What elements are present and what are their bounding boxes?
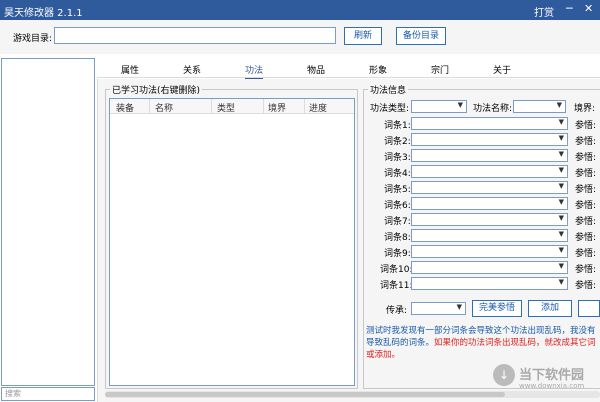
learned-skills-title: 已学习功法(右键删除) <box>110 83 203 96</box>
entry-label-11: 词条11: <box>380 281 413 291</box>
refresh-button[interactable]: 刷新 <box>344 27 382 45</box>
chevron-down-icon: ▼ <box>457 101 463 109</box>
param-label-9: 参悟: <box>575 249 597 259</box>
note-warning-2: 或添加。 <box>366 350 401 360</box>
realm-label: 境界: <box>574 104 596 114</box>
col-divider <box>304 99 305 114</box>
param-label-8: 参悟: <box>575 233 597 243</box>
entry-select-10[interactable]: ▼ <box>411 261 568 274</box>
list-header: 装备 名称 类型 境界 进度 <box>110 99 354 114</box>
backup-dir-button[interactable]: 备份目录 <box>396 27 446 45</box>
param-label-5: 参悟: <box>575 185 597 195</box>
col-type[interactable]: 类型 <box>217 101 235 114</box>
entry-select-4[interactable]: ▼ <box>411 165 568 178</box>
entry-label-6: 词条6: <box>384 201 411 211</box>
entry-select-1[interactable]: ▼ <box>411 117 568 130</box>
entry-label-8: 词条8: <box>384 233 411 243</box>
add-button[interactable]: 添加 <box>528 300 572 317</box>
col-divider <box>149 99 150 114</box>
watermark: ↓ 当下软件园 www.downxia.com <box>493 362 600 398</box>
col-equip[interactable]: 装备 <box>116 101 134 114</box>
entry-label-4: 词条4: <box>384 169 411 179</box>
chevron-down-icon: ▼ <box>558 230 564 238</box>
chevron-down-icon: ▼ <box>558 198 564 206</box>
tab-about[interactable]: 关于 <box>493 63 511 76</box>
skill-name-select[interactable]: ▼ <box>513 100 566 113</box>
tab-sect[interactable]: 宗门 <box>431 63 449 76</box>
warning-note: 测试时我发现有一部分词条会导致这个功法出现乱码，我没有 导致乱码的词条。如果你的… <box>366 325 600 361</box>
watermark-title: 当下软件园 <box>519 368 585 383</box>
entry-label-1: 词条1: <box>384 121 411 131</box>
extra-button[interactable] <box>578 300 600 317</box>
minimize-icon[interactable]: ─ <box>566 2 573 15</box>
skill-name-label: 功法名称: <box>473 104 513 114</box>
scrollbar-thumb[interactable] <box>105 392 505 397</box>
param-label-6: 参悟: <box>575 201 597 211</box>
col-realm[interactable]: 境界 <box>268 101 286 114</box>
entry-label-5: 词条5: <box>384 185 411 195</box>
entry-select-6[interactable]: ▼ <box>411 197 568 210</box>
note-warning-1: 如果你的功法词条出现乱码，就改成其它词 <box>434 338 596 348</box>
entry-select-3[interactable]: ▼ <box>411 149 568 162</box>
chevron-down-icon: ▼ <box>558 182 564 190</box>
entry-select-8[interactable]: ▼ <box>411 229 568 242</box>
chevron-down-icon: ▼ <box>558 150 564 158</box>
entry-label-10: 词条10: <box>380 265 413 275</box>
entry-label-7: 词条7: <box>384 217 411 227</box>
col-name[interactable]: 名称 <box>155 101 173 114</box>
game-dir-label: 游戏目录: <box>13 34 53 44</box>
watermark-url: www.downxia.com <box>519 382 585 390</box>
chevron-down-icon: ▼ <box>558 214 564 222</box>
param-label-2: 参悟: <box>575 137 597 147</box>
chevron-down-icon: ▼ <box>558 166 564 174</box>
chevron-down-icon: ▼ <box>456 303 462 311</box>
entry-select-2[interactable]: ▼ <box>411 133 568 146</box>
close-icon[interactable]: ✕ <box>584 2 593 15</box>
skill-type-label: 功法类型: <box>370 104 410 114</box>
inherit-select[interactable]: ▼ <box>411 302 466 315</box>
col-divider <box>263 99 264 114</box>
param-label-11: 参悟: <box>575 281 597 291</box>
entry-select-11[interactable]: ▼ <box>411 277 568 290</box>
save-list[interactable] <box>1 58 95 386</box>
entry-select-9[interactable]: ▼ <box>411 245 568 258</box>
note-line-2: 导致乱码的词条。 <box>366 338 435 348</box>
param-label-1: 参悟: <box>575 121 597 131</box>
skill-info-title: 功法信息 <box>368 83 409 96</box>
col-divider <box>211 99 212 114</box>
game-dir-input[interactable] <box>54 27 336 44</box>
tab-items[interactable]: 物品 <box>307 63 325 76</box>
search-input[interactable]: 搜索 <box>1 387 95 401</box>
entry-label-9: 词条9: <box>384 249 411 259</box>
param-label-3: 参悟: <box>575 153 597 163</box>
param-label-7: 参悟: <box>575 217 597 227</box>
chevron-down-icon: ▼ <box>558 262 564 270</box>
download-logo-icon: ↓ <box>493 364 515 386</box>
tab-relations[interactable]: 关系 <box>183 63 201 76</box>
tab-bar: 属性 关系 功法 物品 形象 宗门 关于 <box>97 60 600 80</box>
inherit-label: 传承: <box>386 306 408 316</box>
chevron-down-icon: ▼ <box>556 101 562 109</box>
entry-label-2: 词条2: <box>384 137 411 147</box>
skill-type-select[interactable]: ▼ <box>411 100 467 113</box>
reward-button[interactable]: 打赏 <box>534 4 554 19</box>
app-title: 昊天修改器 2.1.1 <box>4 8 83 19</box>
learned-skills-list[interactable]: 装备 名称 类型 境界 进度 <box>109 98 355 386</box>
param-label-10: 参悟: <box>575 265 597 275</box>
tab-skills[interactable]: 功法 <box>245 63 264 80</box>
entry-select-7[interactable]: ▼ <box>411 213 568 226</box>
entry-label-3: 词条3: <box>384 153 411 163</box>
chevron-down-icon: ▼ <box>558 134 564 142</box>
tab-attributes[interactable]: 属性 <box>121 63 139 76</box>
title-bar: 昊天修改器 2.1.1 打赏 ─ ✕ <box>0 0 600 20</box>
param-label-4: 参悟: <box>575 169 597 179</box>
chevron-down-icon: ▼ <box>558 278 564 286</box>
note-line-1: 测试时我发现有一部分词条会导致这个功法出现乱码，我没有 <box>366 326 596 336</box>
entry-select-5[interactable]: ▼ <box>411 181 568 194</box>
col-progress[interactable]: 进度 <box>309 101 327 114</box>
chevron-down-icon: ▼ <box>558 246 564 254</box>
chevron-down-icon: ▼ <box>558 118 564 126</box>
perfect-comprehend-button[interactable]: 完美参悟 <box>472 300 522 317</box>
tab-appearance[interactable]: 形象 <box>369 63 387 76</box>
